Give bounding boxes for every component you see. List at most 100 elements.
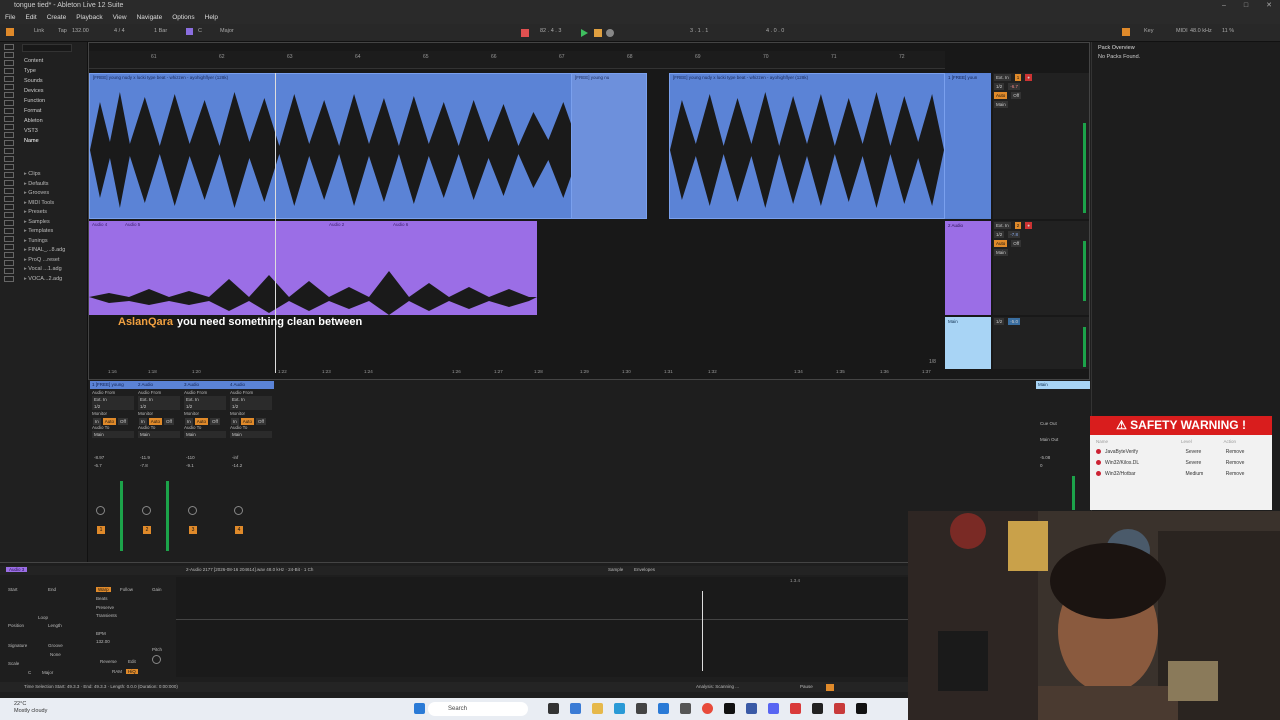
pan-knob[interactable] <box>234 506 243 515</box>
audio-clip[interactable]: [FREE] young nudy x lucki type beat - wh… <box>669 73 945 219</box>
track-2-color-strip[interactable]: 2 Audio <box>945 221 991 315</box>
output-select[interactable]: Main <box>138 431 180 438</box>
browser-nav-icon[interactable] <box>4 124 14 130</box>
song-position[interactable]: 82 . 4 . 3 <box>540 28 561 34</box>
audio-clip[interactable]: [FREE] young nudy x lucki type beat - wh… <box>89 73 647 219</box>
browser-nav-icon[interactable] <box>4 140 14 146</box>
track-volume[interactable]: -7.8 <box>1008 231 1020 238</box>
tiktok-icon[interactable] <box>856 703 867 714</box>
time-signature[interactable]: 4 / 4 <box>114 28 125 34</box>
monitor-off-button[interactable]: Off <box>164 418 174 425</box>
channel-select[interactable]: 1/2 <box>994 83 1005 90</box>
loop-start[interactable]: 3 . 1 . 1 <box>690 28 708 34</box>
track-activator-button[interactable]: 1 <box>1014 74 1022 81</box>
pan-knob[interactable] <box>96 506 105 515</box>
loop-length[interactable]: 4 . 0 . 0 <box>766 28 784 34</box>
midi-monitor-icon[interactable] <box>826 684 834 691</box>
browser-item[interactable]: Presets <box>24 208 65 218</box>
scale-select[interactable]: Major <box>42 670 53 675</box>
sample-playhead[interactable] <box>702 591 703 671</box>
menu-edit[interactable]: Edit <box>25 12 36 24</box>
task-view-icon[interactable] <box>548 703 559 714</box>
play-icon[interactable] <box>581 29 588 37</box>
menu-playback[interactable]: Playback <box>76 12 102 24</box>
browser-item[interactable]: Tunings <box>24 237 65 247</box>
scale-select[interactable]: Major <box>220 28 234 34</box>
channel-name[interactable]: 1 [FREE] young <box>90 381 136 389</box>
metronome-rate[interactable]: 1 Bar <box>154 28 167 34</box>
bpm-value[interactable]: 132.00 <box>96 639 110 644</box>
arm-button[interactable]: ● <box>1025 222 1032 229</box>
start-icon[interactable] <box>414 703 425 714</box>
browser-nav-icon[interactable] <box>4 212 14 218</box>
menu-options[interactable]: Options <box>172 12 194 24</box>
file-explorer-icon[interactable] <box>592 703 603 714</box>
follow-button[interactable]: Follow <box>120 587 133 592</box>
weather-widget[interactable]: 22°C Mostly cloudy <box>14 701 47 715</box>
input-channel-select[interactable]: 1/2 <box>230 403 272 410</box>
key-map-icon[interactable] <box>1122 28 1130 36</box>
browser-nav-icon[interactable] <box>4 92 14 98</box>
monitor-off-button[interactable]: Off <box>210 418 220 425</box>
transients-select[interactable]: Transients <box>96 613 117 618</box>
browser-nav-icon[interactable] <box>4 68 14 74</box>
time-ruler[interactable]: 1:16 1:18 1:20 1:22 1:23 1:24 1:26 1:27 … <box>88 368 944 378</box>
edit-button[interactable]: Edit <box>128 659 136 664</box>
pan-knob[interactable] <box>188 506 197 515</box>
category-type[interactable]: Type <box>24 66 45 76</box>
hiq-button[interactable]: HiQ <box>126 669 138 674</box>
main-volume[interactable]: -5.0 <box>1008 318 1020 325</box>
browser-search-input[interactable] <box>22 44 72 52</box>
close-button[interactable]: ✕ <box>1266 0 1272 12</box>
browser-nav-icon[interactable] <box>4 60 14 66</box>
reverse-button[interactable]: Reverse <box>100 659 117 664</box>
input-select[interactable]: Ext. In <box>994 74 1011 81</box>
stop-icon[interactable] <box>594 29 602 37</box>
input-channel-select[interactable]: 1/2 <box>184 403 226 410</box>
link-button[interactable]: Link <box>34 28 44 34</box>
column-name-header[interactable]: Name <box>24 136 45 146</box>
browser-nav-icon[interactable] <box>4 260 14 266</box>
browser-nav-icon[interactable] <box>4 204 14 210</box>
tap-button[interactable]: Tap <box>58 28 67 34</box>
monitor-off-button[interactable]: Off <box>1011 92 1022 99</box>
menu-view[interactable]: View <box>113 12 127 24</box>
category-devices[interactable]: Devices <box>24 86 45 96</box>
app-icon[interactable] <box>658 703 669 714</box>
warp-mode-select[interactable]: Beats <box>96 596 108 601</box>
pause-button[interactable]: Pause <box>800 684 813 689</box>
channel-select[interactable]: 1/2 <box>994 231 1005 238</box>
track-volume[interactable]: -6.7 <box>1008 83 1020 90</box>
input-type-select[interactable]: Ext. In <box>230 396 272 403</box>
output-select[interactable]: Main <box>184 431 226 438</box>
track-1-color-strip[interactable]: 1 [FREE] youn <box>945 73 991 219</box>
track-activator-button[interactable]: 2 <box>1014 222 1022 229</box>
scale-mode-icon[interactable] <box>186 28 193 35</box>
category-content[interactable]: Content <box>24 56 45 66</box>
remove-button[interactable]: Remove <box>1226 460 1266 466</box>
browser-nav-icon[interactable] <box>4 164 14 170</box>
output-select[interactable]: Main <box>994 249 1008 256</box>
input-channel-select[interactable]: 1/2 <box>92 403 134 410</box>
volume-value[interactable]: -9.1 <box>186 463 194 468</box>
browser-nav-icon[interactable] <box>4 116 14 122</box>
category-ableton[interactable]: Ableton <box>24 116 45 126</box>
browser-nav-icon[interactable] <box>4 236 14 242</box>
envelopes-tab[interactable]: Envelopes <box>634 567 655 572</box>
input-type-select[interactable]: Ext. In <box>184 396 226 403</box>
browser-item[interactable]: Vocal ...1.adg <box>24 265 65 275</box>
app-icon[interactable] <box>636 703 647 714</box>
browser-nav-icon[interactable] <box>4 268 14 274</box>
output-select[interactable]: Main <box>230 431 272 438</box>
pitch-knob[interactable] <box>152 655 161 664</box>
browser-item[interactable]: MIDI Tools <box>24 199 65 209</box>
loop-toggle[interactable]: Loop <box>38 615 48 620</box>
browser-nav-icon[interactable] <box>4 132 14 138</box>
browser-nav-icon[interactable] <box>4 188 14 194</box>
category-function[interactable]: Function <box>24 96 45 106</box>
menu-file[interactable]: File <box>5 12 15 24</box>
maximize-button[interactable]: □ <box>1244 0 1248 12</box>
monitor-off-button[interactable]: Off <box>1011 240 1022 247</box>
key-select[interactable]: C <box>198 28 202 34</box>
ram-button[interactable]: RAM <box>112 669 122 674</box>
